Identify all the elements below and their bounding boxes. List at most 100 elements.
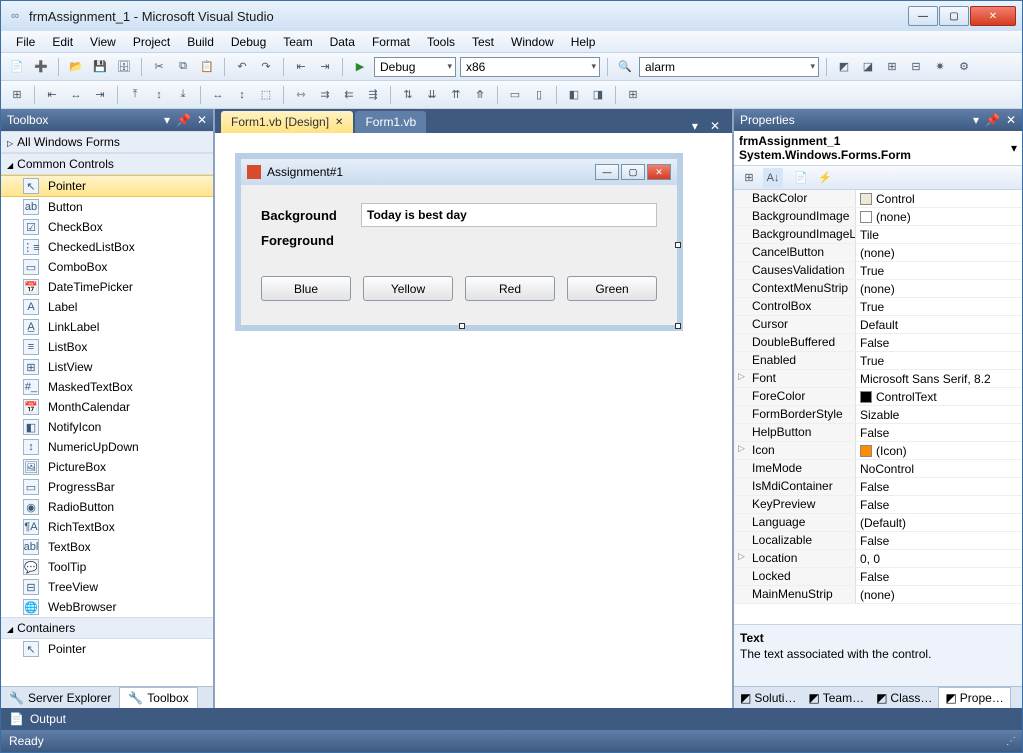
toolbox-item-radiobutton[interactable]: ◉RadioButton [1, 497, 213, 517]
property-value[interactable]: (none) [856, 280, 1022, 297]
toolbox-item-button[interactable]: abButton [1, 197, 213, 217]
property-value[interactable]: False [856, 334, 1022, 351]
menu-debug[interactable]: Debug [224, 33, 273, 51]
property-value[interactable]: (none) [856, 208, 1022, 225]
send-back-icon[interactable]: ◨ [588, 85, 608, 105]
property-value[interactable]: True [856, 352, 1022, 369]
align-center-icon[interactable]: ↔ [66, 85, 86, 105]
property-row[interactable]: CursorDefault [734, 316, 1022, 334]
center-h-icon[interactable]: ▭ [505, 85, 525, 105]
pane-tab[interactable]: 🔧Server Explorer [1, 687, 119, 708]
menu-help[interactable]: Help [564, 33, 603, 51]
add-item-icon[interactable]: ➕ [31, 57, 51, 77]
toolbox-item-listbox[interactable]: ≡ListBox [1, 337, 213, 357]
vspace-remove-icon[interactable]: ⤊ [470, 85, 490, 105]
property-value[interactable]: 0, 0 [856, 550, 1022, 567]
button-red[interactable]: Red [465, 276, 555, 301]
undo-icon[interactable]: ↶ [232, 57, 252, 77]
pane-tab[interactable]: ◩Soluti… [734, 687, 802, 708]
property-value[interactable]: NoControl [856, 460, 1022, 477]
cut-icon[interactable]: ✂ [149, 57, 169, 77]
property-row[interactable]: LocalizableFalse [734, 532, 1022, 550]
property-row[interactable]: BackgroundImageLaTile [734, 226, 1022, 244]
close-button[interactable]: ✕ [970, 6, 1016, 26]
close-pane-icon[interactable]: ✕ [1006, 113, 1016, 127]
document-tab[interactable]: Form1.vb [Design]✕ [221, 111, 353, 133]
document-tab[interactable]: Form1.vb [355, 111, 426, 133]
tb-icon-4[interactable]: ⊟ [906, 57, 926, 77]
property-value[interactable]: Microsoft Sans Serif, 8.2 [856, 370, 1022, 387]
property-value[interactable]: (Icon) [856, 442, 1022, 459]
menu-format[interactable]: Format [365, 33, 417, 51]
doc-tabs-dropdown-icon[interactable]: ▾ [686, 119, 704, 133]
toolbox-item-notifyicon[interactable]: ◧NotifyIcon [1, 417, 213, 437]
property-row[interactable]: ▷Location0, 0 [734, 550, 1022, 568]
align-bottom-icon[interactable]: ⤓ [173, 85, 193, 105]
toolbox-item-treeview[interactable]: ⊟TreeView [1, 577, 213, 597]
paste-icon[interactable]: 📋 [197, 57, 217, 77]
menu-edit[interactable]: Edit [45, 33, 80, 51]
property-row[interactable]: BackColorControl [734, 190, 1022, 208]
property-row[interactable]: CausesValidationTrue [734, 262, 1022, 280]
property-row[interactable]: DoubleBufferedFalse [734, 334, 1022, 352]
properties-object-selector[interactable]: frmAssignment_1 System.Windows.Forms.For… [734, 131, 1022, 166]
property-row[interactable]: IsMdiContainerFalse [734, 478, 1022, 496]
tb-icon-5[interactable]: ✷ [930, 57, 950, 77]
property-value[interactable]: Tile [856, 226, 1022, 243]
copy-icon[interactable]: ⧉ [173, 57, 193, 77]
pin-icon[interactable]: 📌 [176, 113, 191, 127]
close-tab-icon[interactable]: ✕ [335, 117, 343, 128]
property-value[interactable]: True [856, 298, 1022, 315]
doc-tabs-close-icon[interactable]: ✕ [704, 119, 726, 133]
same-size-icon[interactable]: ⬚ [256, 85, 276, 105]
align-grid-icon[interactable]: ⊞ [7, 85, 27, 105]
find-combo[interactable]: alarm [639, 57, 819, 77]
align-top-icon[interactable]: ⤒ [125, 85, 145, 105]
pane-tab[interactable]: 🔧Toolbox [119, 687, 197, 708]
align-left-icon[interactable]: ⇤ [42, 85, 62, 105]
save-icon[interactable]: 💾 [90, 57, 110, 77]
toolbox-item-textbox[interactable]: ablTextBox [1, 537, 213, 557]
same-height-icon[interactable]: ↕ [232, 85, 252, 105]
menu-data[interactable]: Data [323, 33, 362, 51]
property-value[interactable]: False [856, 496, 1022, 513]
hspace-dec-icon[interactable]: ⇇ [339, 85, 359, 105]
toolbox-item-checkbox[interactable]: ☑CheckBox [1, 217, 213, 237]
property-value[interactable]: (none) [856, 586, 1022, 603]
toolbox-item-listview[interactable]: ⊞ListView [1, 357, 213, 377]
toolbox-group[interactable]: ▷All Windows Forms [1, 131, 213, 153]
platform-combo[interactable]: x86 [460, 57, 600, 77]
property-value[interactable]: True [856, 262, 1022, 279]
property-row[interactable]: MainMenuStrip(none) [734, 586, 1022, 604]
toolbox-item-checkedlistbox[interactable]: ⋮≡CheckedListBox [1, 237, 213, 257]
menu-view[interactable]: View [83, 33, 123, 51]
menu-test[interactable]: Test [465, 33, 501, 51]
property-row[interactable]: ▷Icon(Icon) [734, 442, 1022, 460]
toolbox-item-progressbar[interactable]: ▭ProgressBar [1, 477, 213, 497]
save-all-icon[interactable]: 🗄 [114, 57, 134, 77]
tb-icon-1[interactable]: ◩ [834, 57, 854, 77]
new-project-icon[interactable]: 📄 [7, 57, 27, 77]
toolbox-group[interactable]: ◢Common Controls [1, 153, 213, 175]
menu-project[interactable]: Project [126, 33, 177, 51]
vspace-dec-icon[interactable]: ⇈ [446, 85, 466, 105]
tab-order-icon[interactable]: ⊞ [623, 85, 643, 105]
pane-tab[interactable]: ◩Prope… [938, 687, 1010, 708]
menu-build[interactable]: Build [180, 33, 221, 51]
toolbox-item-pointer[interactable]: ↖Pointer [1, 639, 213, 659]
property-row[interactable]: EnabledTrue [734, 352, 1022, 370]
properties-icon[interactable]: 📄 [791, 168, 811, 188]
property-row[interactable]: BackgroundImage(none) [734, 208, 1022, 226]
navigate-fwd-icon[interactable]: ⇥ [315, 57, 335, 77]
toolbox-item-linklabel[interactable]: A̲LinkLabel [1, 317, 213, 337]
property-value[interactable]: Default [856, 316, 1022, 333]
tb-icon-6[interactable]: ⚙ [954, 57, 974, 77]
center-v-icon[interactable]: ▯ [529, 85, 549, 105]
property-row[interactable]: FormBorderStyleSizable [734, 406, 1022, 424]
maximize-button[interactable]: ▢ [939, 6, 969, 26]
toolbox-tree[interactable]: ▷All Windows Forms◢Common Controls ↖Point… [1, 131, 213, 686]
hspace-inc-icon[interactable]: ⇉ [315, 85, 335, 105]
minimize-button[interactable]: — [908, 6, 938, 26]
pin-icon[interactable]: ▾ [973, 113, 979, 127]
tb-icon-2[interactable]: ◪ [858, 57, 878, 77]
